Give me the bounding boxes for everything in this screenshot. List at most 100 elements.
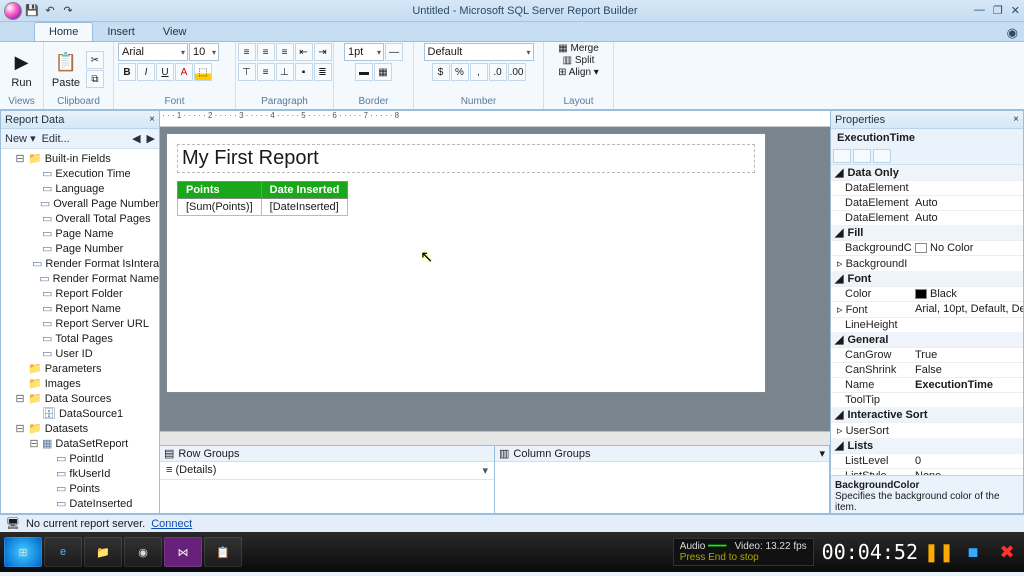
chrome-icon[interactable]: ◉: [124, 537, 162, 567]
report-data-tree[interactable]: ⊟📁Built-in Fields ▭Execution Time▭Langua…: [1, 149, 159, 513]
node-datasetreport[interactable]: DataSetReport: [55, 438, 128, 450]
underline-button[interactable]: U: [156, 63, 174, 81]
font-size-select[interactable]: 10: [189, 43, 219, 61]
alphabetical-button[interactable]: [853, 149, 871, 163]
report-title-textbox[interactable]: My First Report: [177, 144, 755, 173]
reportbuilder-icon[interactable]: 📋: [204, 537, 242, 567]
nav-back-icon[interactable]: ◀: [132, 132, 140, 145]
connect-link[interactable]: Connect: [151, 518, 192, 530]
valign-mid-button[interactable]: ≡: [257, 63, 275, 81]
report-table[interactable]: PointsDate Inserted [Sum(Points)][DateIn…: [177, 181, 348, 216]
tree-field[interactable]: Page Number: [55, 243, 123, 255]
close-pane-icon[interactable]: ×: [149, 114, 155, 125]
maximize-icon[interactable]: ❐: [993, 4, 1003, 17]
percent-button[interactable]: %: [451, 63, 469, 81]
tree-field[interactable]: User ID: [55, 348, 92, 360]
horizontal-scrollbar[interactable]: [160, 431, 830, 445]
valign-top-button[interactable]: ⊤: [238, 63, 256, 81]
bullets-button[interactable]: ▪: [295, 63, 313, 81]
tree-field[interactable]: Render Format IsInteractive: [45, 258, 159, 270]
node-images[interactable]: Images: [45, 378, 81, 390]
comma-button[interactable]: ,: [470, 63, 488, 81]
font-color-button[interactable]: A: [175, 63, 193, 81]
bold-button[interactable]: B: [118, 63, 136, 81]
tree-field[interactable]: PointId: [69, 453, 103, 465]
italic-button[interactable]: I: [137, 63, 155, 81]
tree-field[interactable]: Execution Time: [55, 168, 130, 180]
cancel-rec-button[interactable]: ✖: [994, 539, 1020, 565]
node-datasets[interactable]: Datasets: [45, 423, 88, 435]
edit-button[interactable]: Edit...: [42, 133, 70, 145]
node-datasource1[interactable]: DataSource1: [59, 408, 123, 420]
new-button[interactable]: New ▾: [5, 132, 36, 145]
border-width-select[interactable]: 1pt: [344, 43, 384, 61]
categorized-button[interactable]: [833, 149, 851, 163]
paste-button[interactable]: 📋Paste: [48, 44, 84, 96]
node-parameters[interactable]: Parameters: [45, 363, 102, 375]
numbering-button[interactable]: ≣: [314, 63, 332, 81]
tree-field[interactable]: DateInserted: [69, 498, 132, 510]
col-points[interactable]: Points: [178, 182, 262, 199]
borders-button[interactable]: ▦: [374, 63, 392, 81]
tree-field[interactable]: fkUserId: [69, 468, 110, 480]
chevron-down-icon[interactable]: ▾: [482, 464, 488, 477]
canvas[interactable]: My First Report PointsDate Inserted [Sum…: [160, 127, 830, 431]
details-group[interactable]: ≡ (Details)▾: [160, 462, 494, 480]
visualstudio-icon[interactable]: ⋈: [164, 537, 202, 567]
tree-field[interactable]: Overall Page Number: [53, 198, 159, 210]
run-button[interactable]: ▶Run: [4, 44, 39, 96]
tree-field[interactable]: Language: [55, 183, 104, 195]
ie-icon[interactable]: e: [44, 537, 82, 567]
help-icon[interactable]: ◉: [1007, 25, 1018, 41]
dec-inc-button[interactable]: .0: [489, 63, 507, 81]
tree-field[interactable]: Points: [69, 483, 100, 495]
explorer-icon[interactable]: 📁: [84, 537, 122, 567]
tab-view[interactable]: View: [149, 23, 201, 41]
font-family-select[interactable]: Arial: [118, 43, 188, 61]
property-grid[interactable]: ◢Data Only DataElement DataElementAuto D…: [831, 165, 1023, 475]
chevron-down-icon[interactable]: ▾: [819, 447, 825, 460]
outdent-button[interactable]: ⇤: [295, 43, 313, 61]
property-pages-button[interactable]: [873, 149, 891, 163]
report-page[interactable]: My First Report PointsDate Inserted [Sum…: [166, 133, 766, 393]
align-right-button[interactable]: ≡: [276, 43, 294, 61]
app-orb[interactable]: [4, 2, 22, 20]
dec-dec-button[interactable]: .00: [508, 63, 526, 81]
copy-icon[interactable]: ⧉: [86, 70, 104, 88]
tree-field[interactable]: Report Folder: [55, 288, 122, 300]
align-button[interactable]: ⊞ Align ▾: [558, 67, 599, 78]
number-format-select[interactable]: Default: [424, 43, 534, 61]
align-center-button[interactable]: ≡: [257, 43, 275, 61]
align-left-button[interactable]: ≡: [238, 43, 256, 61]
split-button[interactable]: ▥ Split: [563, 55, 595, 66]
tree-field[interactable]: Overall Total Pages: [55, 213, 150, 225]
undo-icon[interactable]: ↶: [42, 3, 58, 19]
col-date-inserted[interactable]: Date Inserted: [261, 182, 348, 199]
currency-button[interactable]: $: [432, 63, 450, 81]
stop-button[interactable]: ■: [960, 539, 986, 565]
cell-date-inserted[interactable]: [DateInserted]: [261, 199, 348, 216]
redo-icon[interactable]: ↷: [60, 3, 76, 19]
tree-field[interactable]: Report Name: [55, 303, 120, 315]
save-icon[interactable]: 💾: [24, 3, 40, 19]
pause-button[interactable]: ❚❚: [926, 539, 952, 565]
tab-home[interactable]: Home: [34, 22, 93, 41]
valign-bot-button[interactable]: ⊥: [276, 63, 294, 81]
border-style-button[interactable]: —: [385, 43, 403, 61]
node-builtin-fields[interactable]: Built-in Fields: [45, 153, 111, 165]
indent-button[interactable]: ⇥: [314, 43, 332, 61]
tree-field[interactable]: Report Server URL: [55, 318, 149, 330]
tree-field[interactable]: Render Format Name: [53, 273, 159, 285]
close-icon[interactable]: ✕: [1011, 4, 1020, 17]
minimize-icon[interactable]: —: [974, 4, 985, 17]
cut-icon[interactable]: ✂: [86, 51, 104, 69]
tree-field[interactable]: Page Name: [55, 228, 113, 240]
tab-insert[interactable]: Insert: [93, 23, 149, 41]
cell-sum-points[interactable]: [Sum(Points)]: [178, 199, 262, 216]
close-pane-icon[interactable]: ×: [1013, 114, 1019, 125]
fill-color-button[interactable]: ⬚: [194, 63, 212, 81]
nav-fwd-icon[interactable]: ▶: [147, 132, 155, 145]
start-button[interactable]: ⊞: [4, 537, 42, 567]
merge-button[interactable]: ▦ Merge: [558, 43, 599, 54]
border-color-button[interactable]: ▬: [355, 63, 373, 81]
